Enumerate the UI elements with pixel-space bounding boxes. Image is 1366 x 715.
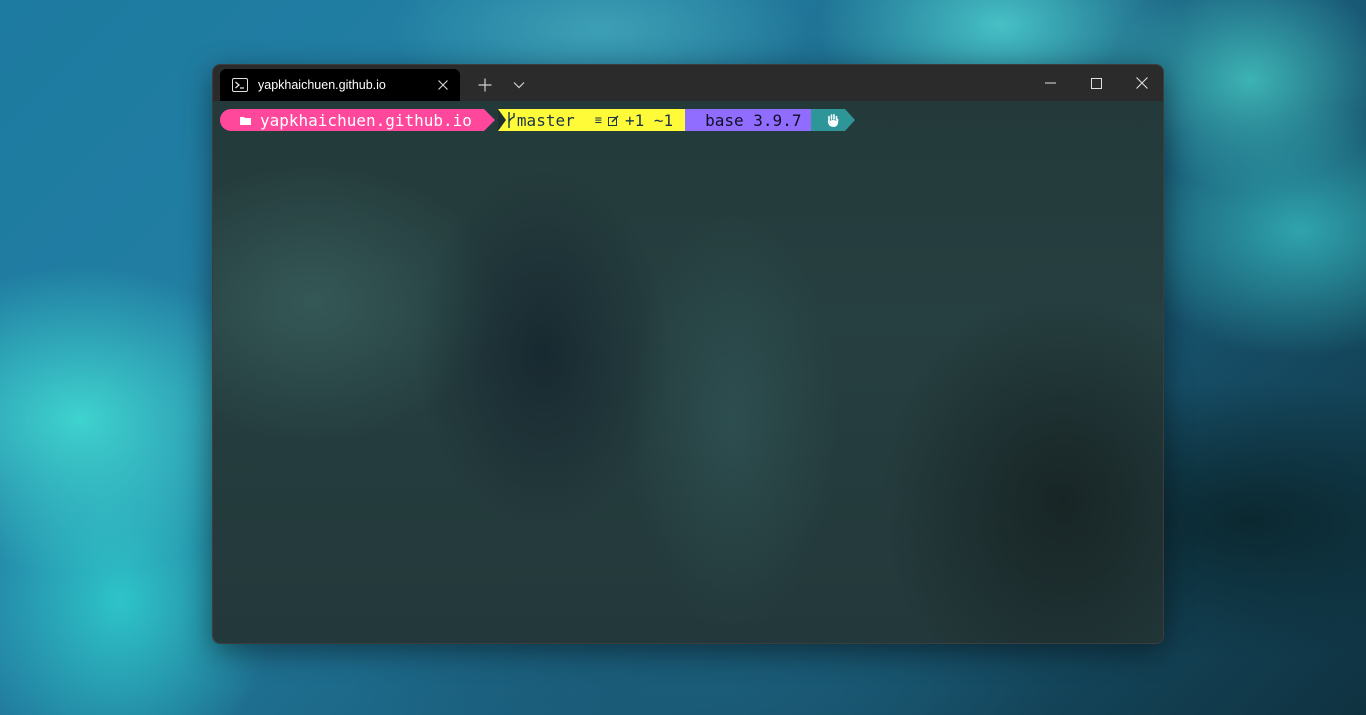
prompt-line: yapkhaichuen.github.io master ≡ +1 ~1 ba… [220,109,856,131]
prompt-path: yapkhaichuen.github.io [260,110,472,130]
minimize-button[interactable] [1027,65,1073,101]
title-bar[interactable]: yapkhaichuen.github.io [213,65,1163,101]
terminal-window: yapkhaichuen.github.io yapkhaichuen.gith… [212,64,1164,644]
close-icon [1136,77,1148,89]
tab-title: yapkhaichuen.github.io [258,78,386,92]
powershell-icon [232,78,248,92]
terminal-area[interactable]: yapkhaichuen.github.io master ≡ +1 ~1 ba… [213,101,1163,643]
prompt-separator [483,109,495,131]
close-icon[interactable] [430,72,456,98]
plus-icon [478,78,492,92]
new-tab-button[interactable] [471,71,499,99]
git-status-glyph: ≡ [594,113,602,127]
prompt-git-segment: master ≡ +1 ~1 [497,109,686,131]
folder-icon [240,116,251,125]
python-env: base 3.9.7 [705,110,802,130]
minimize-icon [1044,82,1056,84]
prompt-separator [497,109,506,131]
tab-dropdown-button[interactable] [505,71,533,99]
edit-icon [607,115,619,126]
maximize-button[interactable] [1073,65,1119,101]
prompt-separator [845,109,856,131]
hand-icon [828,114,839,127]
tab-active[interactable]: yapkhaichuen.github.io [220,69,460,101]
prompt-python-segment: base 3.9.7 [685,109,812,131]
prompt-path-segment: yapkhaichuen.github.io [220,109,484,131]
close-window-button[interactable] [1119,65,1163,101]
prompt-end-segment [811,109,846,131]
git-branch: master [516,110,575,130]
maximize-icon [1090,77,1102,89]
git-branch-icon [508,112,515,128]
chevron-down-icon [513,82,525,89]
git-changes: +1 ~1 [624,110,674,130]
